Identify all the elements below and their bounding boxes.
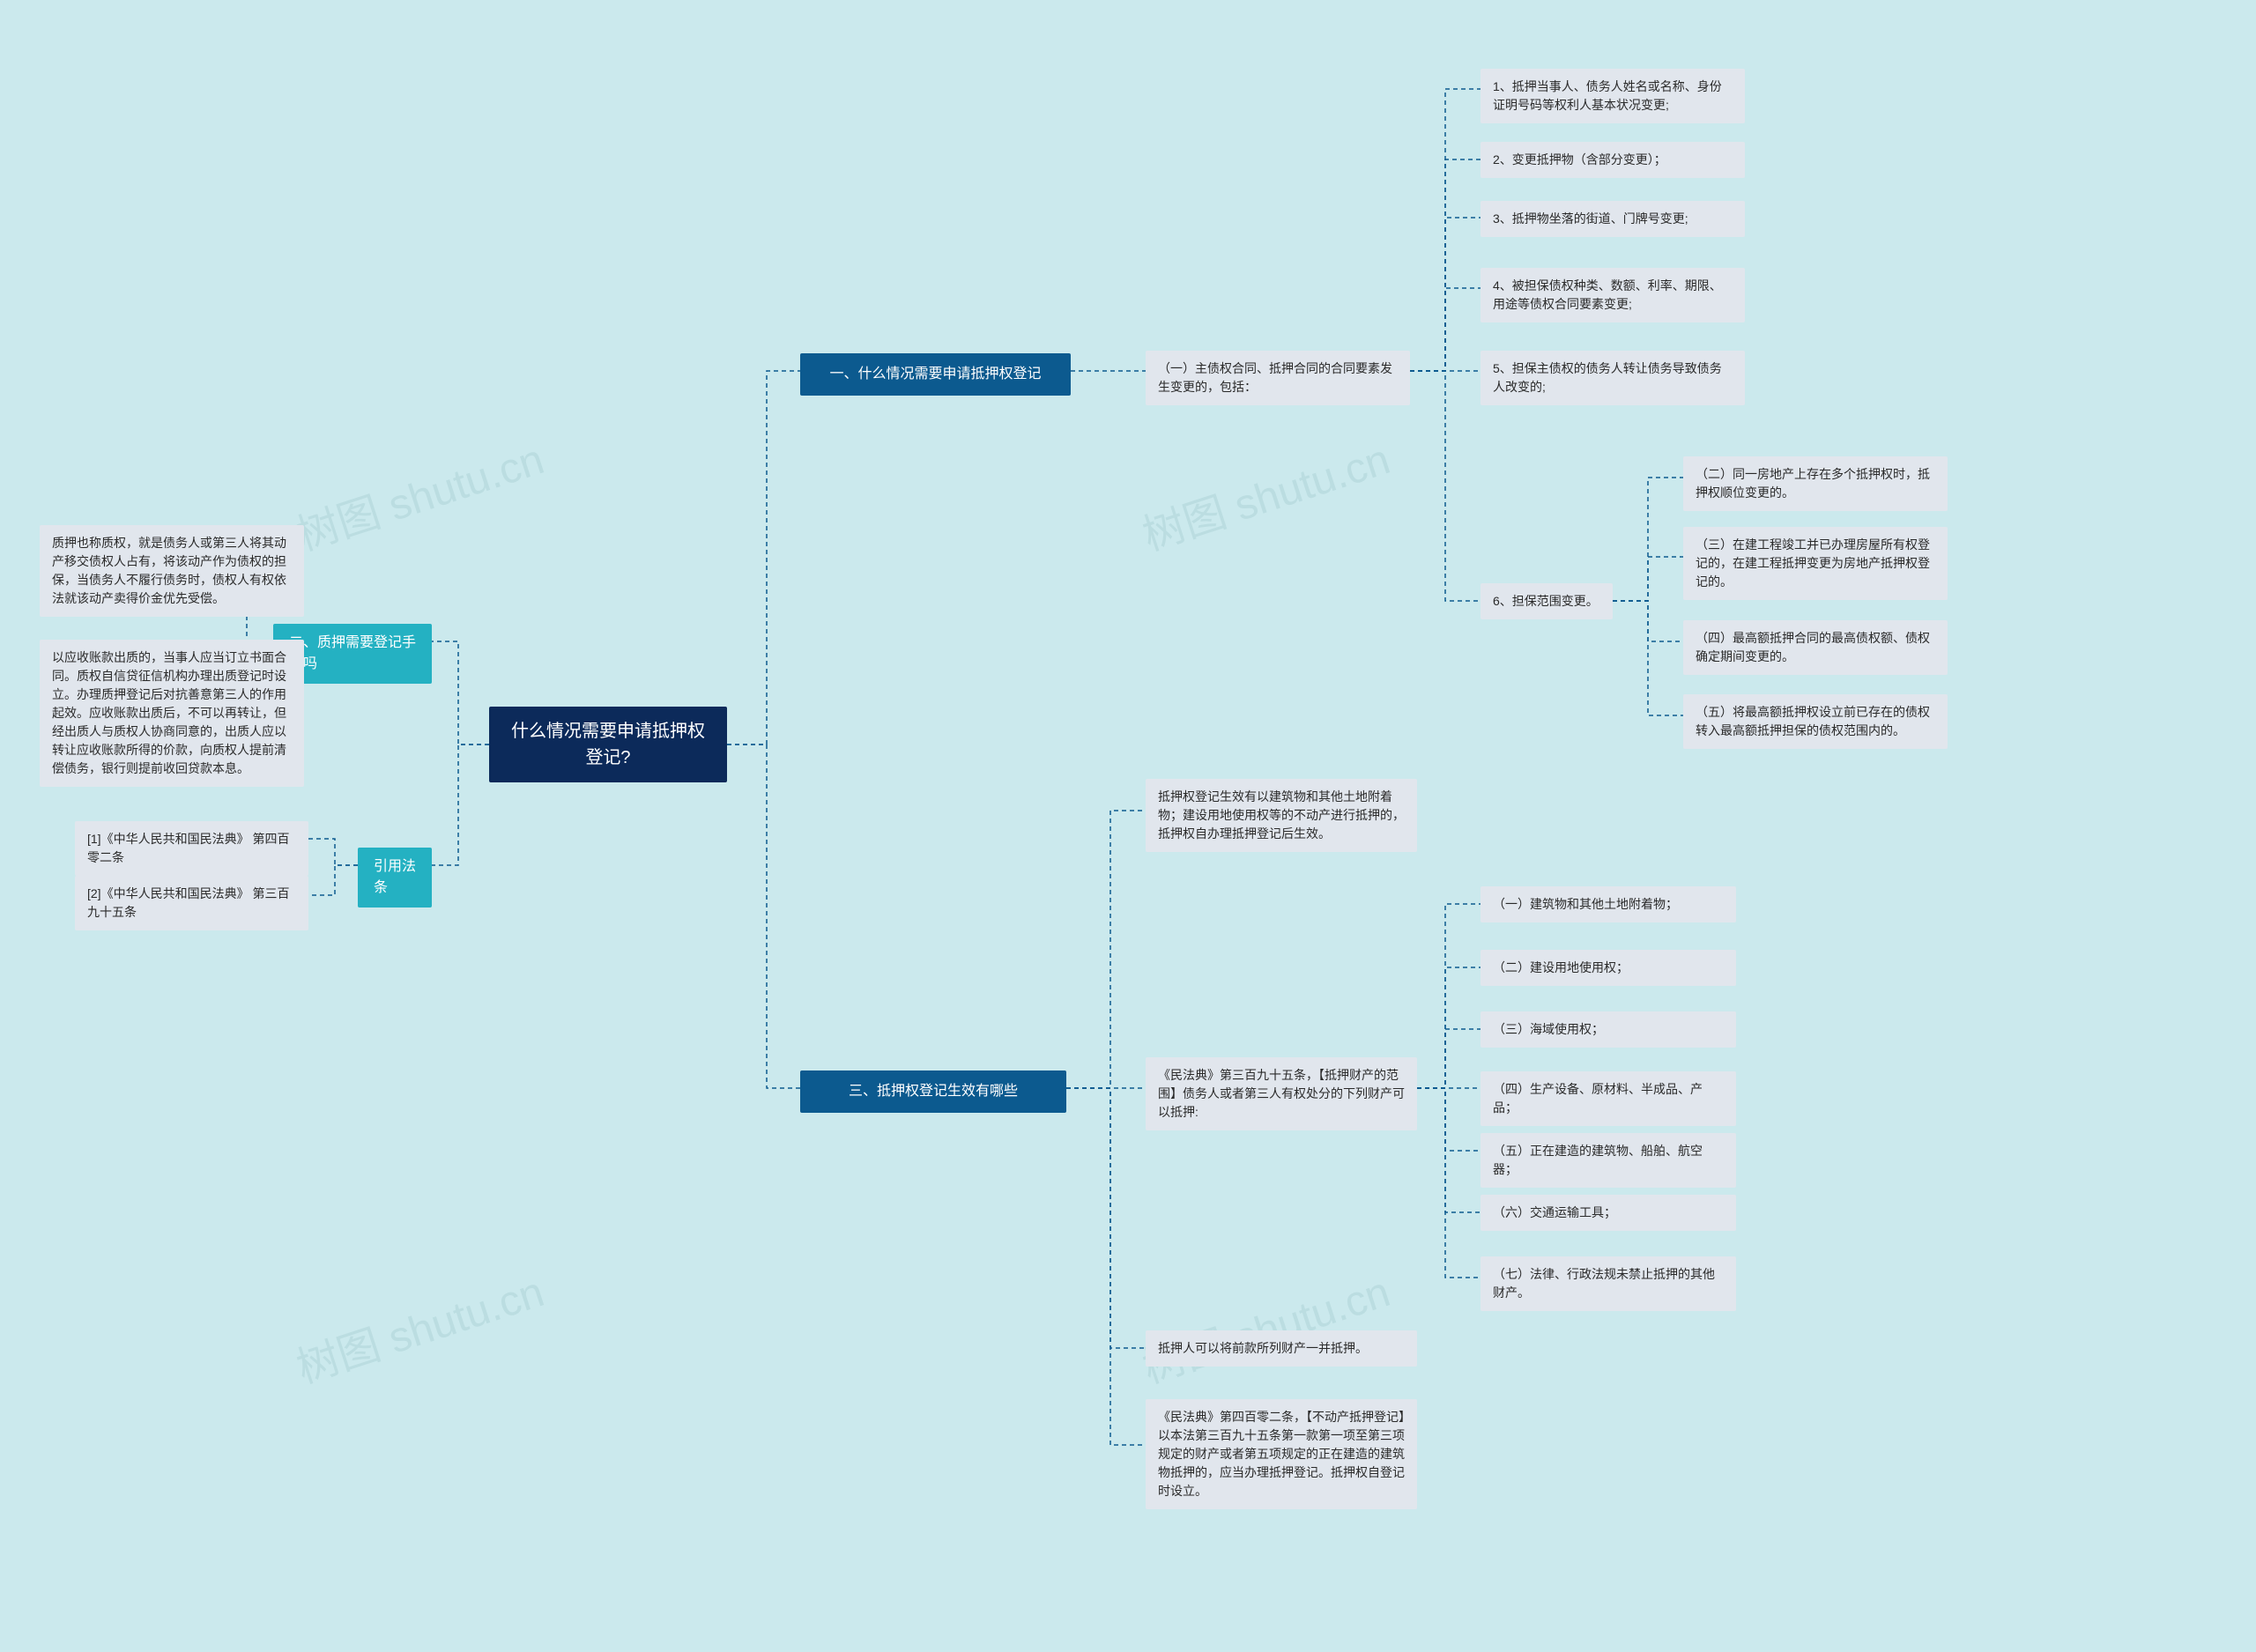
b3-list-1[interactable]: （一）建筑物和其他土地附着物； xyxy=(1480,886,1736,922)
b3-list-3[interactable]: （三）海域使用权； xyxy=(1480,1011,1736,1048)
b1-6-item-4[interactable]: （五）将最高额抵押权设立前已存在的债权转入最高额抵押担保的债权范围内的。 xyxy=(1683,694,1948,749)
b3-item-1[interactable]: 抵押权登记生效有以建筑物和其他土地附着物；建设用地使用权等的不动产进行抵押的，抵… xyxy=(1146,779,1417,852)
ref-item-2[interactable]: [2]《中华人民共和国民法典》 第三百九十五条 xyxy=(75,876,308,930)
branch-1-sub[interactable]: （一）主债权合同、抵押合同的合同要素发生变更的，包括： xyxy=(1146,351,1410,405)
b1-item-5-text: 5、担保主债权的债务人转让债务导致债务人改变的; xyxy=(1493,359,1733,396)
b3-item-2-text: 《民法典》第三百九十五条，【抵押财产的范围】债务人或者第三人有权处分的下列财产可… xyxy=(1158,1066,1405,1122)
branch-2-title: 二、质押需要登记手续吗 xyxy=(289,633,416,675)
b3-list-7[interactable]: （七）法律、行政法规未禁止抵押的其他财产。 xyxy=(1480,1256,1736,1311)
ref-item-2-text: [2]《中华人民共和国民法典》 第三百九十五条 xyxy=(87,885,296,922)
b1-item-6-text: 6、担保范围变更。 xyxy=(1493,592,1599,611)
b1-6-item-1[interactable]: （二）同一房地产上存在多个抵押权时，抵押权顺位变更的。 xyxy=(1683,456,1948,511)
b1-item-1[interactable]: 1、抵押当事人、债务人姓名或名称、身份证明号码等权利人基本状况变更; xyxy=(1480,69,1745,123)
b1-item-5[interactable]: 5、担保主债权的债务人转让债务导致债务人改变的; xyxy=(1480,351,1745,405)
b1-item-3-text: 3、抵押物坐落的街道、门牌号变更; xyxy=(1493,210,1688,228)
b1-6-item-2-text: （三）在建工程竣工并已办理房屋所有权登记的，在建工程抵押变更为房地产抵押权登记的… xyxy=(1696,536,1935,591)
b3-list-3-text: （三）海域使用权； xyxy=(1493,1020,1604,1039)
branch-3[interactable]: 三、抵押权登记生效有哪些 xyxy=(800,1070,1066,1113)
b1-item-2[interactable]: 2、变更抵押物（含部分变更）； xyxy=(1480,142,1745,178)
b3-list-5[interactable]: （五）正在建造的建筑物、船舶、航空器； xyxy=(1480,1133,1736,1188)
b2-item-1-text: 质押也称质权，就是债务人或第三人将其动产移交债权人占有，将该动产作为债权的担保，… xyxy=(52,534,292,608)
b3-list-7-text: （七）法律、行政法规未禁止抵押的其他财产。 xyxy=(1493,1265,1724,1302)
ref-item-1[interactable]: [1]《中华人民共和国民法典》 第四百零二条 xyxy=(75,821,308,876)
branch-1[interactable]: 一、什么情况需要申请抵押权登记 xyxy=(800,353,1071,396)
b1-item-1-text: 1、抵押当事人、债务人姓名或名称、身份证明号码等权利人基本状况变更; xyxy=(1493,78,1733,115)
connector-lines xyxy=(0,0,2256,1652)
b1-6-item-1-text: （二）同一房地产上存在多个抵押权时，抵押权顺位变更的。 xyxy=(1696,465,1935,502)
branch-ref[interactable]: 引用法条 xyxy=(358,848,432,907)
b3-item-3-text: 抵押人可以将前款所列财产一并抵押。 xyxy=(1158,1339,1368,1358)
b1-item-3[interactable]: 3、抵押物坐落的街道、门牌号变更; xyxy=(1480,201,1745,237)
b3-list-6-text: （六）交通运输工具； xyxy=(1493,1204,1616,1222)
b2-item-2[interactable]: 以应收账款出质的，当事人应当订立书面合同。质权自信贷征信机构办理出质登记时设立。… xyxy=(40,640,304,787)
b1-6-item-2[interactable]: （三）在建工程竣工并已办理房屋所有权登记的，在建工程抵押变更为房地产抵押权登记的… xyxy=(1683,527,1948,600)
b2-item-2-text: 以应收账款出质的，当事人应当订立书面合同。质权自信贷征信机构办理出质登记时设立。… xyxy=(52,648,292,778)
b3-list-2-text: （二）建设用地使用权； xyxy=(1493,959,1629,977)
b1-6-item-4-text: （五）将最高额抵押权设立前已存在的债权转入最高额抵押担保的债权范围内的。 xyxy=(1696,703,1935,740)
b3-item-2[interactable]: 《民法典》第三百九十五条，【抵押财产的范围】债务人或者第三人有权处分的下列财产可… xyxy=(1146,1057,1417,1130)
b1-6-item-3-text: （四）最高额抵押合同的最高债权额、债权确定期间变更的。 xyxy=(1696,629,1935,666)
b1-6-item-3[interactable]: （四）最高额抵押合同的最高债权额、债权确定期间变更的。 xyxy=(1683,620,1948,675)
watermark: 树图 shutu.cn xyxy=(1133,1257,1396,1395)
branch-1-title: 一、什么情况需要申请抵押权登记 xyxy=(829,364,1041,385)
root-title: 什么情况需要申请抵押权登记? xyxy=(507,718,709,771)
b3-list-5-text: （五）正在建造的建筑物、船舶、航空器； xyxy=(1493,1142,1724,1179)
b1-item-4[interactable]: 4、被担保债权种类、数额、利率、期限、用途等债权合同要素变更; xyxy=(1480,268,1745,322)
ref-item-1-text: [1]《中华人民共和国民法典》 第四百零二条 xyxy=(87,830,296,867)
b3-item-4[interactable]: 《民法典》第四百零二条，【不动产抵押登记】以本法第三百九十五条第一款第一项至第三… xyxy=(1146,1399,1417,1509)
b3-item-1-text: 抵押权登记生效有以建筑物和其他土地附着物；建设用地使用权等的不动产进行抵押的，抵… xyxy=(1158,788,1405,843)
b1-item-2-text: 2、变更抵押物（含部分变更）； xyxy=(1493,151,1666,169)
b3-list-4-text: （四）生产设备、原材料、半成品、产品； xyxy=(1493,1080,1724,1117)
branch-3-title: 三、抵押权登记生效有哪些 xyxy=(849,1081,1018,1102)
mindmap-root[interactable]: 什么情况需要申请抵押权登记? xyxy=(489,707,727,782)
b1-item-4-text: 4、被担保债权种类、数额、利率、期限、用途等债权合同要素变更; xyxy=(1493,277,1733,314)
b3-list-2[interactable]: （二）建设用地使用权； xyxy=(1480,950,1736,986)
watermark: 树图 shutu.cn xyxy=(287,425,550,562)
b3-list-1-text: （一）建筑物和其他土地附着物； xyxy=(1493,895,1678,914)
watermark: 树图 shutu.cn xyxy=(287,1257,550,1395)
branch-ref-title: 引用法条 xyxy=(374,856,416,899)
b3-list-4[interactable]: （四）生产设备、原材料、半成品、产品； xyxy=(1480,1071,1736,1126)
b3-list-6[interactable]: （六）交通运输工具； xyxy=(1480,1195,1736,1231)
b3-item-4-text: 《民法典》第四百零二条，【不动产抵押登记】以本法第三百九十五条第一款第一项至第三… xyxy=(1158,1408,1405,1500)
b1-item-6[interactable]: 6、担保范围变更。 xyxy=(1480,583,1613,619)
watermark: 树图 shutu.cn xyxy=(1133,425,1396,562)
b2-item-1[interactable]: 质押也称质权，就是债务人或第三人将其动产移交债权人占有，将该动产作为债权的担保，… xyxy=(40,525,304,617)
branch-1-sub-text: （一）主债权合同、抵押合同的合同要素发生变更的，包括： xyxy=(1158,359,1398,396)
b3-item-3[interactable]: 抵押人可以将前款所列财产一并抵押。 xyxy=(1146,1330,1417,1367)
